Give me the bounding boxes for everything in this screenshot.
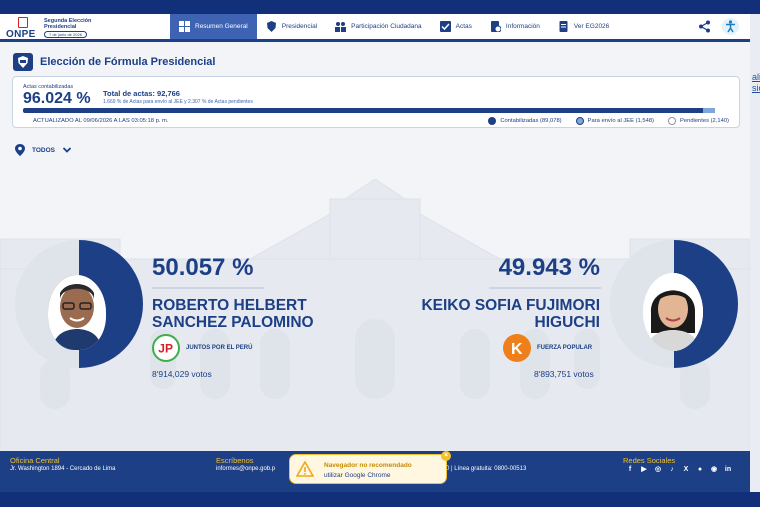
- logo-title: Segunda Elección Presidencial: [44, 18, 92, 30]
- total-actas-subtext: 1.669 % de Actas para envío al JEE y 2.3…: [103, 99, 253, 105]
- candidate-left-votes: 8'914,029 votos: [152, 369, 212, 379]
- candidate-left-percentage: 50.057 %: [152, 254, 254, 281]
- filter-label: TODOS: [32, 146, 55, 154]
- nav-label: Resumen General: [195, 23, 248, 30]
- footer-write-heading: Escríbenos: [216, 456, 254, 465]
- legend-contabilizadas: Contabilizadas (89,078): [488, 117, 562, 125]
- nav-resumen-general[interactable]: Resumen General: [170, 14, 257, 39]
- x-twitter-icon[interactable]: X: [681, 464, 691, 474]
- share-icon[interactable]: [698, 20, 711, 33]
- progress-legend: Contabilizadas (89,078) Para envío al JE…: [488, 117, 729, 125]
- logo-date: 7 de junio de 2026: [44, 31, 87, 38]
- page-title-row: Elección de Fórmula Presidencial: [12, 52, 215, 72]
- legend-dot: [575, 117, 584, 125]
- grid-icon: [179, 21, 190, 32]
- progress-jee: [702, 108, 715, 113]
- instagram-icon[interactable]: ◎: [653, 464, 663, 474]
- onpe-window: ONPE Segunda Elección Presidencial 7 de …: [0, 14, 750, 492]
- document-icon: [558, 21, 569, 32]
- nav-informacion[interactable]: Información: [481, 14, 549, 39]
- nav-presidencial[interactable]: Presidencial: [257, 14, 326, 39]
- people-icon: [335, 21, 347, 32]
- legend-dot: [668, 117, 676, 125]
- toast-message: utilizar Google Chrome: [324, 472, 391, 479]
- info-doc-icon: [490, 21, 501, 32]
- summary-card: Actas contabilizadas 96.024 % Total de a…: [12, 76, 740, 128]
- svg-text:JP: JP: [158, 341, 173, 355]
- chevron-down-icon: [62, 147, 72, 153]
- page-title: Elección de Fórmula Presidencial: [40, 56, 216, 68]
- footer-phone: 0 | Línea gratuita: 0800-00513: [446, 466, 527, 472]
- candidate-left-name: ROBERTO HELBERT SANCHEZ PALOMINO: [152, 297, 314, 331]
- svg-text:K: K: [511, 341, 523, 358]
- footer-office-address: Jr. Washington 1894 - Cercado de Lima: [10, 466, 116, 472]
- legend-label: Para envío al JEE (1,548): [587, 118, 654, 124]
- youtube-icon[interactable]: ▶: [639, 464, 649, 474]
- candidate-left-photo: [48, 275, 106, 350]
- candidate-right-photo: [643, 273, 703, 351]
- browser-top-bar: [0, 0, 760, 14]
- linkedin-icon[interactable]: in: [723, 464, 733, 474]
- progress-contabilizadas: [23, 108, 703, 113]
- candidate-right-name: KEIKO SOFIA FUJIMORI HIGUCHI: [421, 297, 600, 331]
- divider: [489, 287, 601, 289]
- browser-warning-toast: Navegador no recomendado utilizar Google…: [289, 454, 447, 484]
- onpe-logo[interactable]: ONPE Segunda Elección Presidencial 7 de …: [6, 16, 166, 40]
- nav-label: Presidencial: [281, 23, 318, 30]
- party-name: JUNTOS POR EL PERÚ: [186, 345, 253, 351]
- nav-label: Participación Ciudadana: [351, 23, 422, 30]
- name-line: KEIKO SOFIA FUJIMORI: [421, 297, 600, 314]
- ballot-logo-icon: ONPE: [6, 17, 40, 40]
- nav-label: Ver EG2026: [573, 23, 610, 30]
- candidate-right-votes: 8'893,751 votos: [534, 369, 594, 379]
- side-link-2[interactable]: sic: [752, 83, 760, 93]
- total-actas: Total de actas: 92,766: [103, 89, 180, 98]
- divider: [152, 287, 264, 289]
- legend-label: Contabilizadas (89,078): [500, 118, 562, 124]
- candidate-left-party: JP JUNTOS POR EL PERÚ: [152, 334, 252, 362]
- legend-pendientes: Pendientes (2,140): [668, 117, 729, 125]
- nav-ver-eg2026[interactable]: Ver EG2026: [549, 14, 618, 39]
- side-page-strip: ali sic: [750, 14, 760, 492]
- party-name: FUERZA POPULAR: [537, 345, 593, 351]
- nav-actas[interactable]: Actas: [431, 14, 481, 39]
- juntos-por-el-peru-logo-icon: JP: [152, 334, 180, 362]
- top-header: ONPE Segunda Elección Presidencial 7 de …: [0, 14, 750, 42]
- social-links: f ▶ ◎ ♪ X ● ◉ in: [625, 464, 733, 474]
- nav-label: Actas: [455, 23, 472, 30]
- fuerza-popular-logo-icon: K: [503, 334, 531, 362]
- candidate-right-party: K FUERZA POPULAR: [503, 334, 592, 362]
- footer-email[interactable]: informes@onpe.gob.p: [216, 466, 275, 472]
- legend-label: Pendientes (2,140): [680, 118, 729, 124]
- legend-jee: Para envío al JEE (1,548): [575, 117, 654, 125]
- main-nav: Resumen General Presidencial Participaci…: [170, 14, 618, 39]
- nav-participacion[interactable]: Participación Ciudadana: [326, 14, 430, 39]
- facebook-icon[interactable]: f: [625, 464, 635, 474]
- region-filter[interactable]: TODOS: [15, 144, 72, 156]
- peru-shield-icon: [13, 53, 33, 71]
- name-line: SANCHEZ PALOMINO: [152, 314, 314, 331]
- close-icon[interactable]: ×: [441, 451, 451, 461]
- shield-icon: [266, 21, 277, 32]
- tiktok-icon[interactable]: ♪: [667, 464, 677, 474]
- updated-timestamp: ACTUALIZADO AL 09/06/2026 A LAS 03:05:18…: [33, 118, 169, 124]
- nav-label: Información: [505, 23, 540, 30]
- name-line: HIGUCHI: [534, 314, 600, 331]
- checkbox-icon: [439, 21, 451, 32]
- location-pin-icon: [15, 144, 25, 156]
- spotify-icon[interactable]: ◉: [709, 464, 719, 474]
- footer-office-heading: Oficina Central: [10, 456, 60, 465]
- name-line: ROBERTO HELBERT: [152, 297, 307, 314]
- toast-title: Navegador no recomendado: [324, 462, 412, 469]
- flickr-icon[interactable]: ●: [695, 464, 705, 474]
- candidate-right-percentage: 49.943 %: [498, 254, 600, 281]
- browser-bottom-bar: [0, 492, 760, 507]
- actas-progress-bar: [23, 108, 731, 113]
- warning-icon: [296, 461, 314, 477]
- side-link-1[interactable]: ali: [752, 72, 760, 82]
- actas-percentage: 96.024 %: [23, 90, 91, 107]
- legend-dot: [488, 117, 497, 125]
- accessibility-icon[interactable]: [722, 18, 739, 35]
